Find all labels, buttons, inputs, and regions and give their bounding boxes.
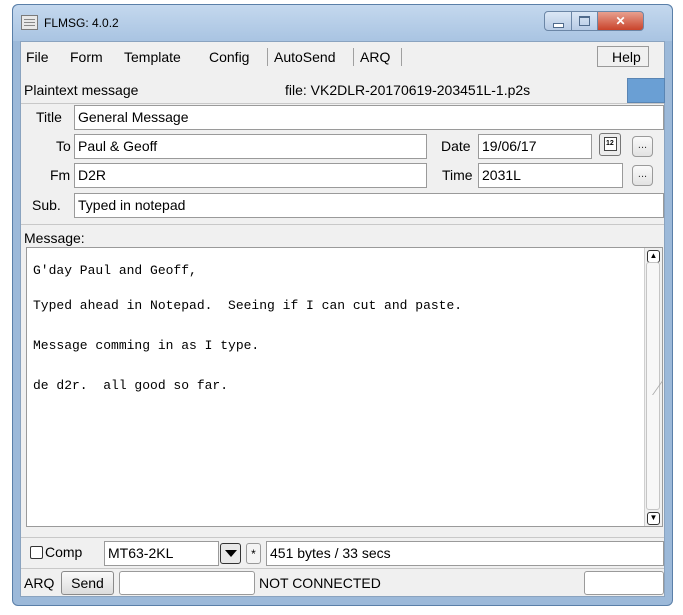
mode-field[interactable]: MT63-2KL (104, 541, 219, 566)
comp-label: Comp (45, 544, 83, 560)
fm-field[interactable]: D2R (74, 163, 427, 188)
vertical-scrollbar[interactable]: ▲ ▼ (644, 248, 663, 526)
menu-separator (353, 48, 354, 66)
menu-config[interactable]: Config (209, 47, 249, 67)
menu-file[interactable]: File (26, 47, 49, 67)
status-box-right (584, 571, 664, 595)
to-field[interactable]: Paul & Geoff (74, 134, 427, 159)
message-label: Message: (24, 230, 85, 246)
scroll-down-arrow-icon[interactable]: ▼ (647, 512, 660, 525)
minimize-icon (552, 22, 564, 28)
app-icon (21, 15, 38, 30)
menu-help-box[interactable]: Help (597, 46, 649, 67)
divider (21, 103, 664, 104)
time-label: Time (442, 167, 473, 183)
window-title: FLMSG: 4.0.2 (44, 16, 119, 30)
subject-field[interactable]: Typed in notepad (74, 193, 664, 218)
menu-template[interactable]: Template (124, 47, 181, 67)
divider (21, 568, 664, 569)
message-textarea[interactable]: G'day Paul and Geoff, Typed ahead in Not… (26, 247, 663, 527)
arq-label: ARQ (24, 575, 55, 591)
title-bar[interactable]: FLMSG: 4.0.2 ✕ (13, 5, 672, 41)
calendar-icon[interactable]: 12 (599, 133, 621, 156)
title-field[interactable]: General Message (74, 105, 664, 130)
message-line: Typed ahead in Notepad. Seeing if I can … (33, 298, 463, 313)
connection-status: NOT CONNECTED (259, 575, 381, 591)
divider (21, 537, 664, 538)
form-type-label: Plaintext message (24, 82, 139, 98)
menu-separator (267, 48, 268, 66)
minimize-button[interactable] (544, 11, 572, 31)
message-line: G'day Paul and Geoff, (33, 263, 197, 278)
size-info-field: 451 bytes / 33 secs (266, 541, 664, 566)
maximize-icon (579, 16, 590, 26)
title-label: Title (36, 109, 62, 125)
comp-checkbox[interactable] (30, 546, 43, 559)
menu-form[interactable]: Form (70, 47, 103, 67)
calendar-day: 12 (606, 140, 614, 147)
maximize-button[interactable] (571, 11, 598, 31)
to-label: To (56, 138, 71, 154)
send-button[interactable]: Send (61, 571, 114, 595)
message-line: Message comming in as I type. (33, 338, 260, 353)
time-field[interactable]: 2031L (478, 163, 623, 188)
date-label: Date (441, 138, 471, 154)
scrollbar-thumb[interactable] (646, 262, 663, 510)
time-options-button[interactable]: ... (632, 165, 653, 186)
grip-icon (646, 381, 663, 395)
message-line: de d2r. all good so far. (33, 378, 229, 393)
menu-autosend[interactable]: AutoSend (274, 47, 336, 67)
divider (21, 224, 664, 225)
status-indicator (627, 78, 665, 103)
menu-separator (401, 48, 402, 66)
menu-help[interactable]: Help (612, 47, 641, 67)
menu-bar: File Form Template Config AutoSend ARQ H… (21, 45, 664, 69)
arq-status-box (119, 571, 255, 595)
file-name-label: file: VK2DLR-20170619-203451L-1.p2s (285, 82, 531, 98)
menu-arq[interactable]: ARQ (360, 47, 390, 67)
subject-label: Sub. (32, 197, 61, 213)
date-field[interactable]: 19/06/17 (478, 134, 592, 159)
client-area: File Form Template Config AutoSend ARQ H… (20, 41, 665, 597)
close-button[interactable]: ✕ (597, 11, 644, 31)
dropdown-arrow-icon[interactable] (220, 543, 241, 564)
star-button[interactable]: * (246, 543, 261, 564)
fm-label: Fm (50, 167, 71, 183)
date-options-button[interactable]: ... (632, 136, 653, 157)
close-icon: ✕ (615, 14, 626, 28)
app-window: FLMSG: 4.0.2 ✕ File Form Template Config… (12, 4, 673, 606)
